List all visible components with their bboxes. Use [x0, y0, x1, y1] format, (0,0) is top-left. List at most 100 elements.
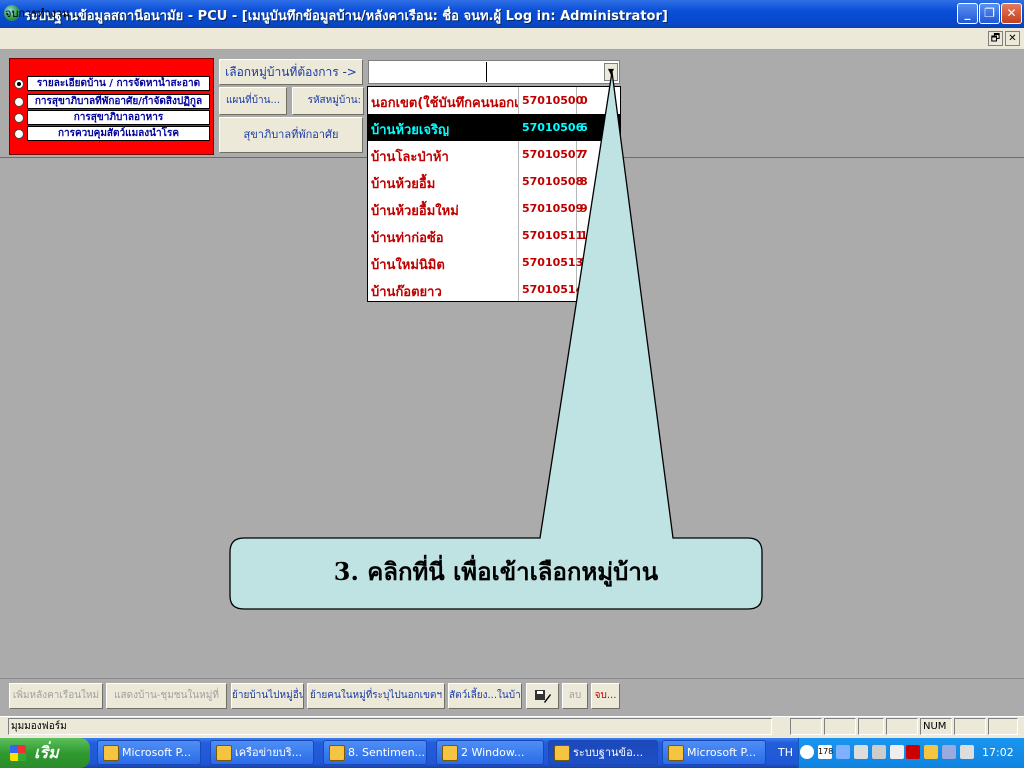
task-label: Microsoft P...	[122, 746, 191, 759]
menu-exit[interactable]: จบการทำงาน ..	[5, 4, 80, 22]
add-house-button[interactable]: เพิ่มหลังคาเรือนใหม่	[9, 683, 103, 709]
dropdown-item[interactable]: บ้านโละป่าห้า 57010507 7	[368, 141, 620, 168]
task-label: ระบบฐานข้อ...	[573, 746, 644, 759]
move-house-button[interactable]: ย้ายบ้านไปหมู่อื่น	[231, 683, 304, 709]
dropdown-item[interactable]: บ้านใหม่นิมิต 57010513 1	[368, 249, 620, 276]
status-pane	[886, 718, 918, 735]
radio-button[interactable]	[14, 129, 24, 139]
village-number: 6	[580, 121, 588, 134]
village-code: 57010511	[522, 229, 584, 242]
radio-button[interactable]	[14, 79, 24, 89]
status-pane	[988, 718, 1018, 735]
radio-button[interactable]	[14, 113, 24, 123]
village-number: 0	[580, 94, 588, 107]
taskbar-item-powerpoint[interactable]: Microsoft P...	[97, 740, 201, 765]
callout-text: 3. คลิกที่นี่ เพื่อเข้าเลือกหมู่บ้าน	[333, 557, 659, 586]
save-edit-icon	[534, 690, 551, 703]
option-label: การควบคุมสัตว์แมลงนำโรค	[27, 126, 210, 141]
show-house-button[interactable]: แสดงบ้าน-ชุมชนในหมู่ที่	[106, 683, 227, 709]
folder-icon	[442, 745, 458, 761]
option-housing-sanitation[interactable]: การสุขาภิบาลที่พักอาศัย/กำจัดสิ่งปฏิกูล	[14, 94, 210, 109]
village-number: 1	[580, 256, 588, 269]
dropdown-item[interactable]: นอกเขต(ใช้บันทึกคนนอกเขต) 57010500 0	[368, 87, 620, 114]
dropdown-arrow-icon[interactable]: ▼	[604, 63, 618, 81]
village-number: 11	[580, 229, 596, 242]
house-map-button[interactable]: แผนที่บ้าน...	[219, 87, 287, 115]
village-name: บ้านท่าก่อซ้อ	[371, 231, 444, 244]
save-edit-button[interactable]	[526, 683, 559, 709]
settings-icon[interactable]	[942, 745, 956, 759]
status-pane	[954, 718, 986, 735]
village-name: บ้านใหม่นิมิต	[371, 258, 445, 271]
num-lock-indicator: NUM	[920, 718, 952, 735]
village-name: บ้านห้วยอื้ม	[371, 177, 436, 190]
taskbar-item-windows-group[interactable]: 2 Window...	[436, 740, 544, 765]
browser-icon	[216, 745, 232, 761]
option-label: รายละเอียดบ้าน / การจัดหาน้ำสะอาด	[27, 76, 210, 91]
combo-divider	[486, 62, 487, 82]
app-globe-icon	[554, 745, 570, 761]
village-number: 8	[580, 175, 588, 188]
option-vector-control[interactable]: การควบคุมสัตว์แมลงนำโรค	[14, 126, 210, 141]
option-group: รายละเอียดบ้าน / การจัดหาน้ำสะอาด การสุข…	[9, 58, 214, 155]
village-code: 57010513	[522, 256, 584, 269]
dropdown-item[interactable]: บ้านก๊อตยาว 57010514	[368, 276, 620, 301]
task-label: 8. Sentimen...	[348, 746, 426, 759]
village-code: 57010509	[522, 202, 584, 215]
dropdown-item[interactable]: บ้านท่าก่อซ้อ 57010511 11	[368, 222, 620, 249]
taskbar-item-sentiment[interactable]: 8. Sentimen...	[323, 740, 427, 765]
language-indicator[interactable]: TH	[778, 746, 793, 759]
restore-button[interactable]: ❐	[979, 3, 1000, 24]
task-label: 2 Window...	[461, 746, 525, 759]
monitor-icon[interactable]	[872, 745, 886, 759]
village-code: 57010508	[522, 175, 584, 188]
tray-expand-icon[interactable]	[800, 745, 814, 759]
delete-button[interactable]: ลบ	[562, 683, 588, 709]
pets-button[interactable]: สัตว์เลี้ยง...ในบ้าน	[448, 683, 522, 709]
option-house-details[interactable]: รายละเอียดบ้าน / การจัดหาน้ำสะอาด	[14, 76, 210, 91]
shield-icon[interactable]	[890, 745, 904, 759]
village-name: นอกเขต(ใช้บันทึกคนนอกเขต)	[371, 96, 518, 109]
task-label: เครือข่ายบริ...	[235, 746, 303, 759]
document-icon	[329, 745, 345, 761]
status-pane	[790, 718, 822, 735]
minimize-button[interactable]: _	[957, 3, 978, 24]
pen-icon[interactable]	[924, 745, 938, 759]
display-icon[interactable]	[960, 745, 974, 759]
village-code: 57010506	[522, 121, 584, 134]
status-text: มุมมองฟอร์ม	[8, 718, 772, 735]
option-label: การสุขาภิบาลอาหาร	[27, 110, 210, 125]
option-food-sanitation[interactable]: การสุขาภิบาลอาหาร	[14, 110, 210, 125]
lock-icon[interactable]	[906, 745, 920, 759]
village-name: บ้านโละป่าห้า	[371, 150, 449, 163]
menu-bar	[0, 28, 1024, 50]
village-dropdown-list[interactable]: นอกเขต(ใช้บันทึกคนนอกเขต) 57010500 0 บ้า…	[367, 86, 621, 302]
option-label: การสุขาภิบาลที่พักอาศัย/กำจัดสิ่งปฏิกูล	[27, 94, 210, 109]
taskbar-item-pcu-active[interactable]: ระบบฐานข้อ...	[548, 740, 658, 765]
village-name: บ้านห้วยเจริญ	[371, 123, 450, 136]
move-people-button[interactable]: ย้ายคนในหมู่ที่ระบุไปนอกเขตฯ	[307, 683, 445, 709]
sanitation-button[interactable]: สุขาภิบาลที่พักอาศัย	[219, 117, 363, 153]
village-combo[interactable]	[368, 60, 620, 84]
radio-button[interactable]	[14, 97, 24, 107]
village-code-button[interactable]: รหัสหมู่บ้าน:	[292, 87, 364, 115]
taskbar-item-powerpoint-2[interactable]: Microsoft P...	[662, 740, 766, 765]
select-village-button[interactable]: เลือกหมู่บ้านที่ต้องการ ->	[219, 59, 363, 85]
end-button[interactable]: จบ...	[591, 683, 620, 709]
mdi-close-button[interactable]: ✕	[1005, 31, 1020, 46]
village-number: 9	[580, 202, 588, 215]
network-icon[interactable]	[836, 745, 850, 759]
task-label: Microsoft P...	[687, 746, 756, 759]
taskbar-item-network[interactable]: เครือข่ายบริ...	[210, 740, 314, 765]
mdi-restore-button[interactable]: 🗗	[988, 31, 1003, 46]
window-title: ระบบฐานข้อมูลสถานีอนามัย - PCU - [เมนูบั…	[24, 9, 668, 24]
sound-icon[interactable]	[854, 745, 868, 759]
dropdown-item[interactable]: บ้านห้วยอื้มใหม่ 57010509 9	[368, 195, 620, 222]
windows-logo-icon	[10, 745, 26, 761]
calendar-icon[interactable]: 178	[818, 745, 833, 759]
village-code: 57010514	[522, 283, 584, 296]
powerpoint-icon	[668, 745, 684, 761]
dropdown-item[interactable]: บ้านห้วยอื้ม 57010508 8	[368, 168, 620, 195]
dropdown-item-selected[interactable]: บ้านห้วยเจริญ 57010506 6	[368, 114, 620, 141]
close-button[interactable]: ✕	[1001, 3, 1022, 24]
